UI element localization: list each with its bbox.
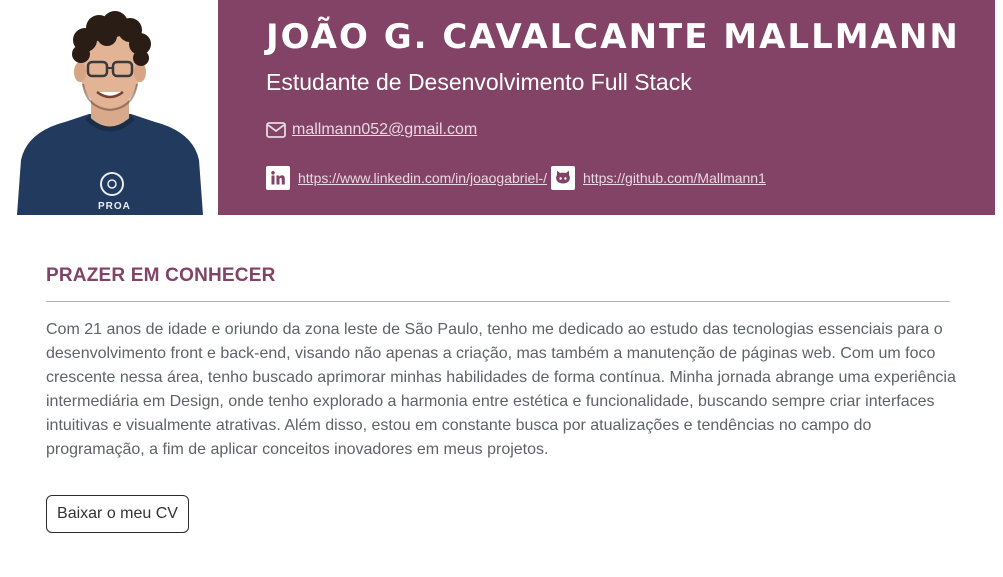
profile-banner: JOÃO G. CAVALCANTE MALLMANN Estudante de… xyxy=(218,0,995,215)
about-section-title: PRAZER EM CONHECER xyxy=(46,265,276,286)
envelope-icon xyxy=(266,122,286,138)
section-divider xyxy=(46,301,950,302)
shirt-text: PROA xyxy=(98,201,131,212)
email-row: mallmann052@gmail.com xyxy=(266,119,477,141)
linkedin-link[interactable]: https://www.linkedin.com/in/joaogabriel-… xyxy=(298,170,547,186)
github-link[interactable]: https://github.com/Mallmann1 xyxy=(583,170,766,186)
linkedin-icon[interactable] xyxy=(266,166,290,190)
about-paragraph: Com 21 anos de idade e oriundo da zona l… xyxy=(46,321,956,458)
github-icon[interactable] xyxy=(551,166,576,190)
social-links: https://www.linkedin.com/in/joaogabriel-… xyxy=(266,166,770,190)
profile-header: PROA JOÃO G. CAVALCANTE MALLMANN Estudan… xyxy=(0,0,1003,215)
profile-name: JOÃO G. CAVALCANTE MALLMANN xyxy=(266,17,960,57)
profile-role: Estudante de Desenvolvimento Full Stack xyxy=(266,69,692,95)
profile-photo: PROA xyxy=(17,0,203,215)
download-cv-button[interactable]: Baixar o meu CV xyxy=(46,495,189,533)
email-link[interactable]: mallmann052@gmail.com xyxy=(292,121,477,139)
